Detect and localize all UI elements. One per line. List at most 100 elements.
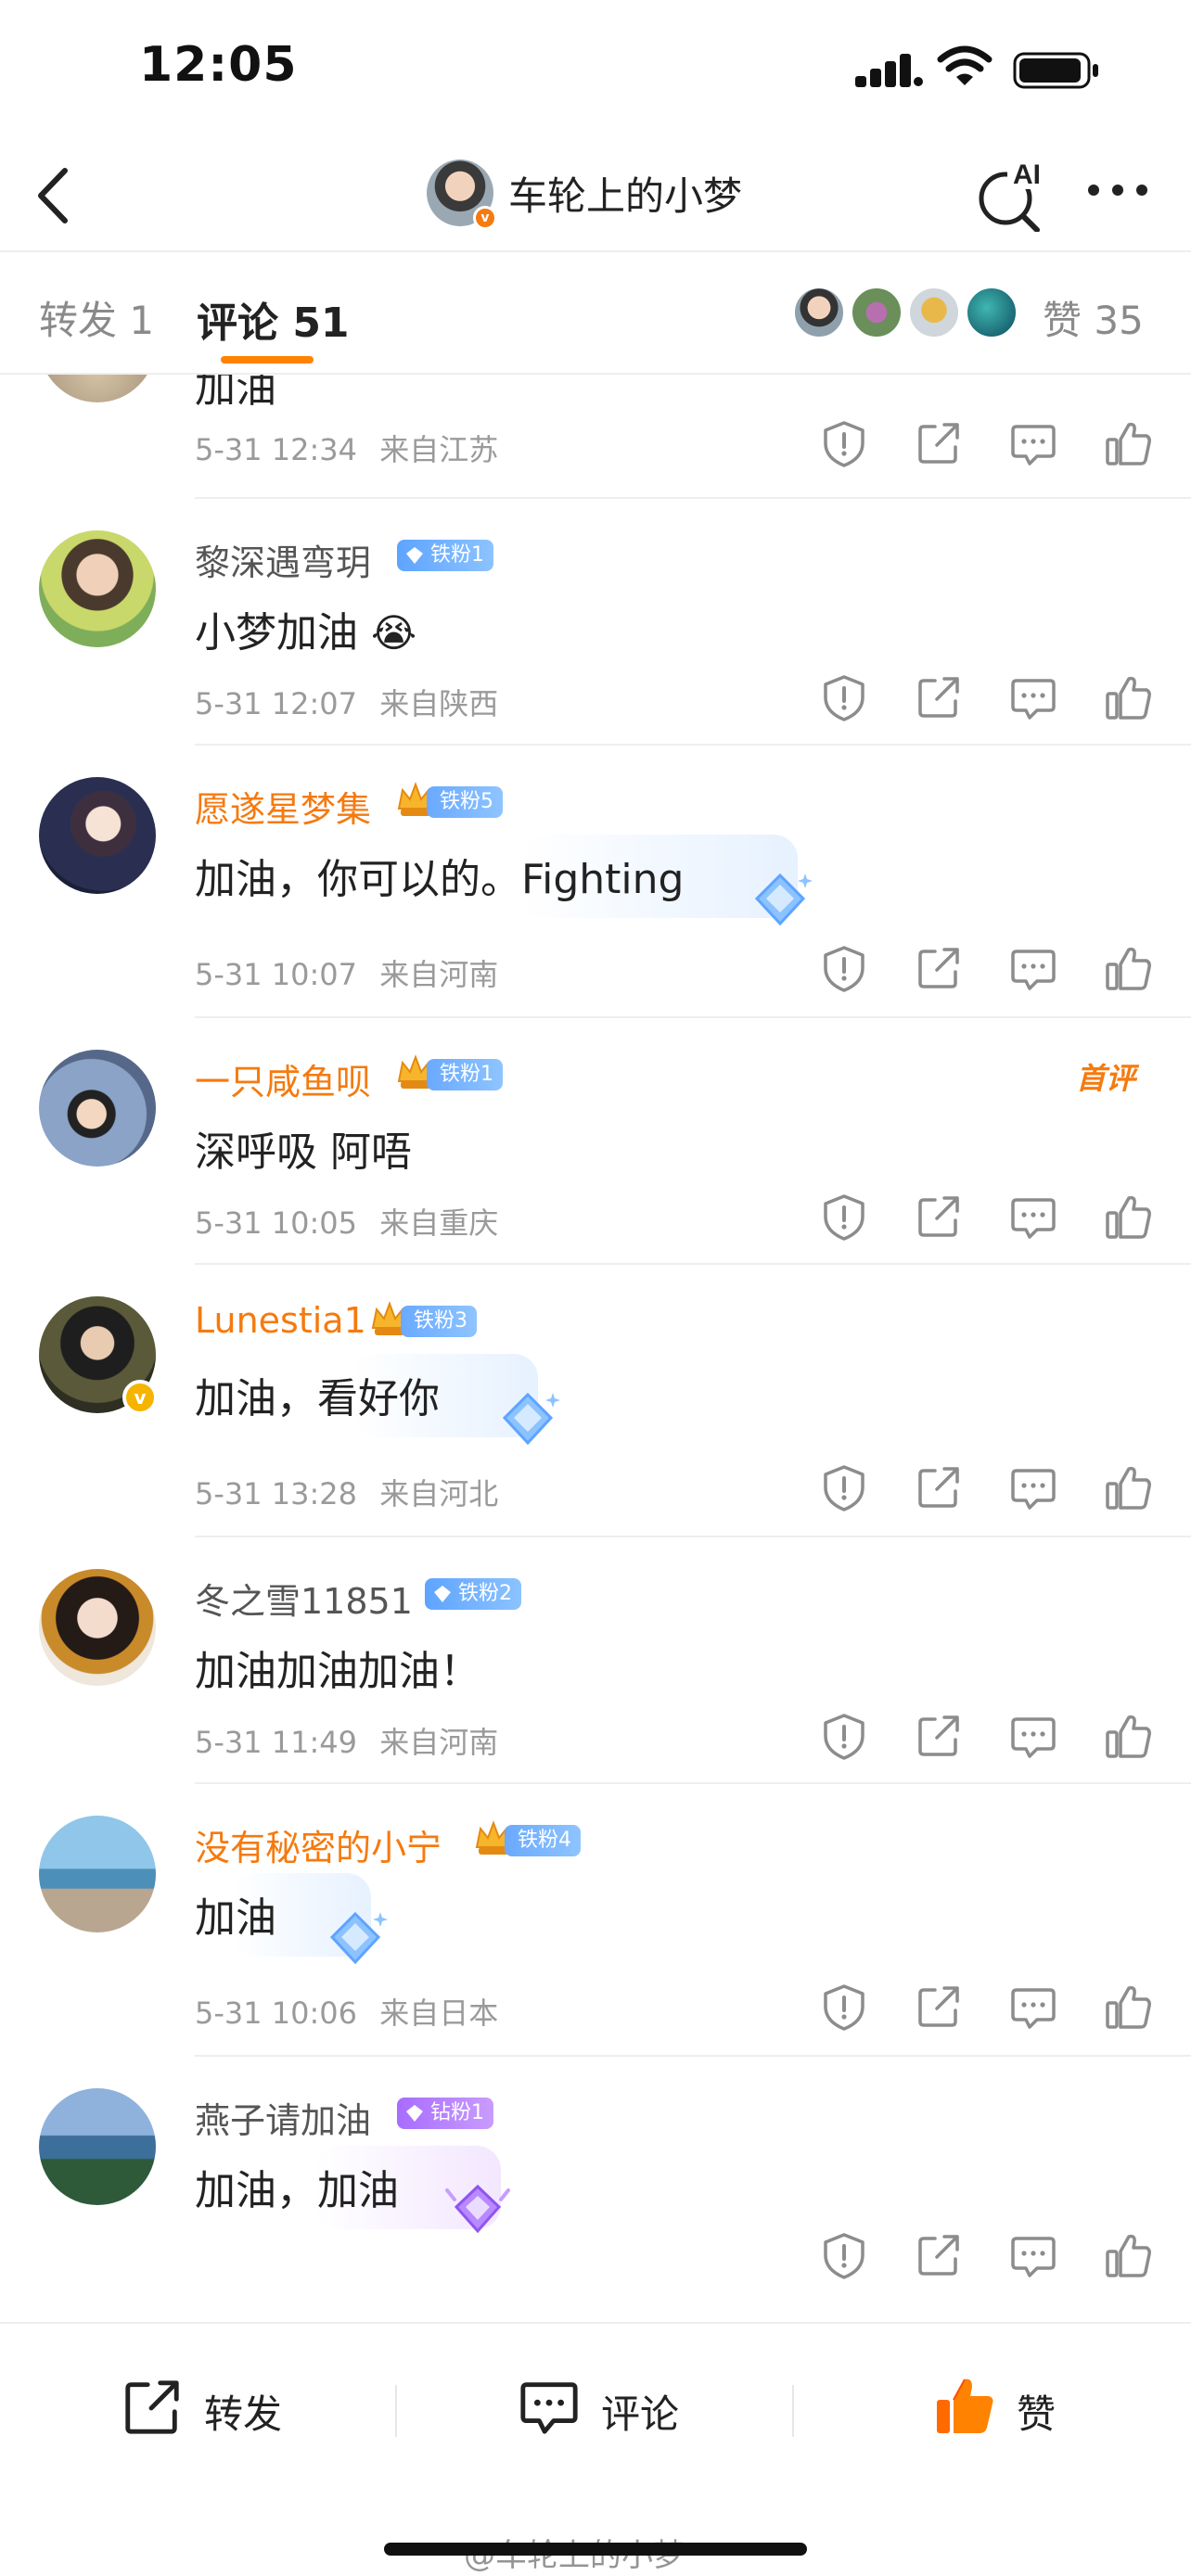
commenter-avatar[interactable] bbox=[39, 1050, 156, 1167]
bottom-toolbar: 转发 评论 赞 @车轮上的小梦 bbox=[0, 2322, 1191, 2576]
comment-location: 来自河北 bbox=[379, 1476, 499, 1511]
iron-fan-gem-icon bbox=[406, 547, 423, 564]
tab-likes[interactable]: 赞 35 bbox=[1043, 289, 1144, 346]
reply-icon[interactable] bbox=[1009, 1463, 1057, 1511]
commenter-name[interactable]: 愿遂星梦集 bbox=[195, 781, 371, 832]
comment-item: 一只咸鱼呗 铁粉1 首评 深呼吸 阿唔 5-31 10:05 来自重庆 bbox=[0, 1018, 1191, 1265]
comment-time: 5-31 13:28 bbox=[195, 1476, 358, 1511]
comment-meta: 5-31 13:28 来自河北 bbox=[195, 1471, 498, 1513]
comment-text: 加油 bbox=[195, 1894, 276, 1942]
like-icon[interactable] bbox=[1104, 1463, 1152, 1511]
comment-item: 愿遂星梦集 铁粉5 加油，你可以的。Fighting 5-31 10:07 来自… bbox=[0, 746, 1191, 1018]
commenter-avatar[interactable] bbox=[39, 777, 156, 894]
report-icon[interactable] bbox=[820, 419, 868, 467]
fan-badge-label: 铁粉5 bbox=[440, 790, 493, 813]
report-icon[interactable] bbox=[820, 944, 868, 992]
tab-comments[interactable]: 评论 51 bbox=[197, 289, 350, 349]
comment-meta: 5-31 10:05 来自重庆 bbox=[195, 1200, 498, 1243]
comment-label: 评论 bbox=[601, 2391, 680, 2437]
fan-level-badge: 铁粉1 bbox=[397, 540, 493, 571]
fan-badge-label: 钻粉1 bbox=[430, 2101, 484, 2124]
report-icon[interactable] bbox=[820, 1983, 868, 2031]
repost-button[interactable]: 转发 bbox=[121, 2370, 306, 2444]
commenter-name[interactable]: 一只咸鱼呗 bbox=[195, 1053, 371, 1104]
comment-text: 加油 bbox=[195, 375, 276, 412]
like-icon[interactable] bbox=[1104, 673, 1152, 721]
ai-search-icon[interactable]: AI bbox=[976, 158, 1044, 232]
commenter-name[interactable]: 黎深遇弯玥 bbox=[195, 534, 371, 585]
report-icon[interactable] bbox=[820, 673, 868, 721]
fan-badge-label: 铁粉1 bbox=[430, 543, 484, 567]
comment-location: 来自江苏 bbox=[379, 432, 499, 467]
commenter-name[interactable]: 没有秘密的小宁 bbox=[195, 1819, 442, 1870]
comment-meta: 5-31 12:34 来自江苏 bbox=[195, 427, 498, 469]
reply-icon[interactable] bbox=[1009, 419, 1057, 467]
reply-icon[interactable] bbox=[1009, 673, 1057, 721]
status-bar: 12:05 bbox=[0, 0, 1191, 139]
repost-icon[interactable] bbox=[915, 673, 963, 721]
commenter-name[interactable]: Lunestia1 bbox=[195, 1300, 366, 1341]
page-title[interactable]: 车轮上的小梦 bbox=[508, 165, 742, 222]
fan-level-badge: 钻粉1 bbox=[397, 2098, 493, 2129]
repost-icon[interactable] bbox=[915, 1983, 963, 2031]
repost-icon[interactable] bbox=[915, 944, 963, 992]
commenter-avatar[interactable] bbox=[39, 375, 156, 402]
repost-icon[interactable] bbox=[915, 419, 963, 467]
like-icon[interactable] bbox=[1104, 2231, 1152, 2279]
iron-fan-gem-icon bbox=[434, 1586, 451, 1602]
like-icon[interactable] bbox=[1104, 944, 1152, 992]
repost-icon[interactable] bbox=[915, 1192, 963, 1241]
verified-badge-icon: v bbox=[473, 206, 497, 230]
report-icon[interactable] bbox=[820, 2231, 868, 2279]
comment-location: 来自日本 bbox=[379, 1996, 499, 2031]
reply-icon[interactable] bbox=[1009, 2231, 1057, 2279]
commenter-avatar[interactable] bbox=[39, 2088, 156, 2205]
repost-icon[interactable] bbox=[915, 1712, 963, 1760]
comment-icon bbox=[520, 2382, 578, 2434]
fan-badge-label: 铁粉4 bbox=[518, 1829, 571, 1852]
comment-meta: 5-31 11:49 来自河南 bbox=[195, 1719, 498, 1762]
back-arrow-icon[interactable] bbox=[28, 163, 80, 228]
comment-meta: 5-31 10:07 来自河南 bbox=[195, 951, 498, 994]
reply-icon[interactable] bbox=[1009, 1983, 1057, 2031]
like-label: 赞 bbox=[1017, 2391, 1057, 2437]
like-icon[interactable] bbox=[1104, 1983, 1152, 2031]
reply-icon[interactable] bbox=[1009, 1712, 1057, 1760]
commenter-name[interactable]: 冬之雪11851 bbox=[195, 1573, 413, 1624]
liker-avatar bbox=[792, 286, 846, 339]
like-button[interactable]: 赞 bbox=[933, 2370, 1119, 2444]
repost-icon[interactable] bbox=[915, 2231, 963, 2279]
comment-item: 黎深遇弯玥 铁粉1 小梦加油 😭 5-31 12:07 来自陕西 bbox=[0, 499, 1191, 746]
battery-icon bbox=[1013, 52, 1098, 89]
reply-icon[interactable] bbox=[1009, 944, 1057, 992]
comment-text: 深呼吸 阿唔 bbox=[195, 1129, 412, 1176]
comment-meta: 5-31 12:07 来自陕西 bbox=[195, 681, 498, 723]
comment-emoji: 😭 bbox=[371, 610, 417, 656]
diamond-decoration-icon bbox=[329, 1911, 388, 1965]
report-icon[interactable] bbox=[820, 1463, 868, 1511]
commenter-avatar[interactable] bbox=[39, 1816, 156, 1932]
home-indicator[interactable] bbox=[384, 2543, 807, 2556]
tab-repost[interactable]: 转发 1 bbox=[39, 289, 154, 346]
liker-avatars[interactable] bbox=[792, 286, 1024, 341]
report-icon[interactable] bbox=[820, 1192, 868, 1241]
commenter-avatar[interactable] bbox=[39, 530, 156, 647]
nav-bar: v 车轮上的小梦 AI bbox=[0, 139, 1191, 250]
diamond-fan-gem-icon bbox=[406, 2105, 423, 2122]
commenter-avatar[interactable] bbox=[39, 1569, 156, 1686]
report-icon[interactable] bbox=[820, 1712, 868, 1760]
like-icon[interactable] bbox=[1104, 419, 1152, 467]
commenter-name[interactable]: 燕子请加油 bbox=[195, 2092, 371, 2143]
fan-level-badge: 铁粉4 bbox=[505, 1825, 581, 1856]
fan-level-badge: 铁粉1 bbox=[427, 1059, 503, 1090]
fan-badge-label: 铁粉3 bbox=[414, 1309, 467, 1333]
repost-icon[interactable] bbox=[915, 1463, 963, 1511]
comment-item: 加油 5-31 12:34 来自江苏 bbox=[0, 375, 1191, 499]
like-icon[interactable] bbox=[1104, 1192, 1152, 1241]
like-icon[interactable] bbox=[1104, 1712, 1152, 1760]
more-options-icon[interactable] bbox=[1085, 176, 1150, 204]
comment-text: 加油，看好你 bbox=[195, 1375, 440, 1422]
comment-item: 冬之雪11851 铁粉2 加油加油加油！ 5-31 11:49 来自河南 bbox=[0, 1537, 1191, 1784]
reply-icon[interactable] bbox=[1009, 1192, 1057, 1241]
comment-button[interactable]: 评论 bbox=[518, 2370, 703, 2444]
